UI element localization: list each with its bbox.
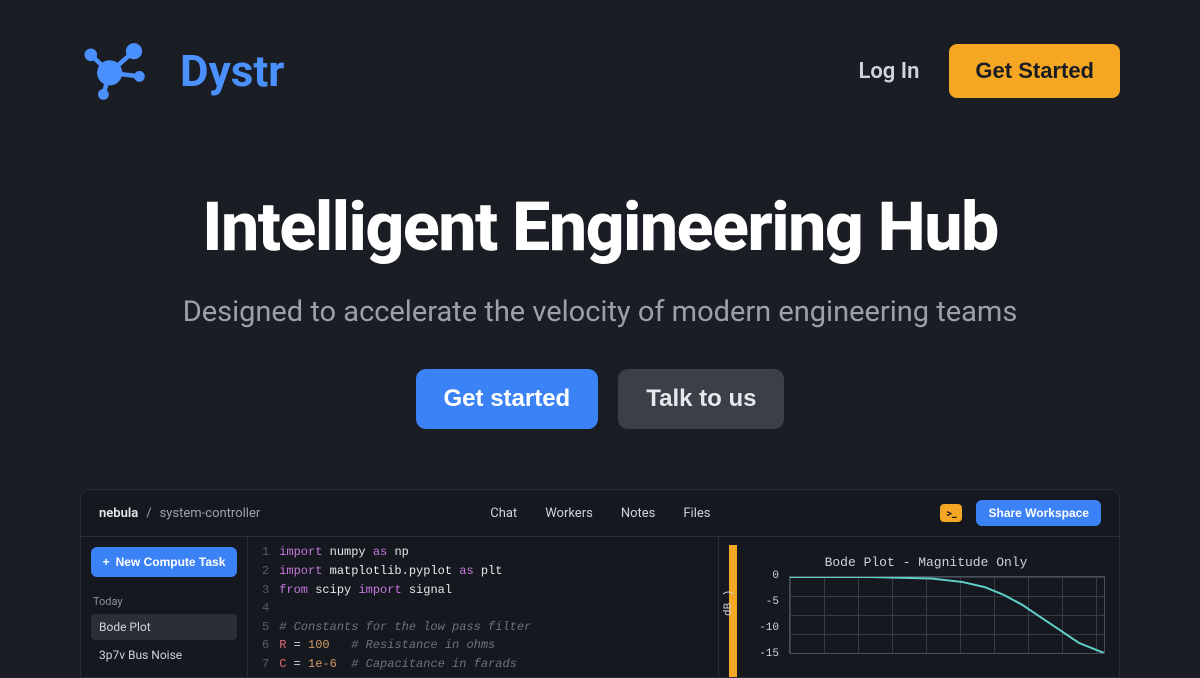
plot-title: Bode Plot - Magnitude Only [743, 555, 1109, 570]
tab-workers[interactable]: Workers [545, 506, 593, 521]
nav-right: Log In Get Started [858, 44, 1120, 98]
brand-name: Dystr [180, 45, 284, 97]
plot-wrap: dB ) 0-5-10-15 [743, 576, 1109, 654]
plot-area: Bode Plot - Magnitude Only dB ) 0-5-10-1… [743, 545, 1109, 677]
sidebar-section-label: Today [91, 595, 237, 608]
breadcrumb: nebula / system-controller [99, 506, 260, 521]
plot-curve [790, 577, 1104, 653]
new-compute-task-button[interactable]: + New Compute Task [91, 547, 237, 577]
app-topbar: nebula / system-controller Chat Workers … [81, 490, 1119, 537]
hero-subtitle: Designed to accelerate the velocity of m… [80, 295, 1120, 329]
cta-talk-to-us-button[interactable]: Talk to us [618, 369, 784, 429]
sidebar: + New Compute Task Today Bode Plot 3p7v … [81, 537, 248, 677]
brand[interactable]: Dystr [80, 40, 284, 102]
code-content: import numpy as npimport matplotlib.pypl… [279, 543, 547, 677]
new-task-label: New Compute Task [116, 555, 226, 569]
get-started-button[interactable]: Get Started [949, 44, 1120, 98]
tab-files[interactable]: Files [683, 506, 710, 521]
breadcrumb-project[interactable]: system-controller [160, 506, 261, 521]
terminal-icon[interactable]: >_ [940, 504, 962, 522]
hero: Intelligent Engineering Hub Designed to … [0, 102, 1200, 429]
sidebar-item-bus-noise[interactable]: 3p7v Bus Noise [91, 642, 237, 668]
cta-row: Get started Talk to us [80, 369, 1120, 429]
tab-chat[interactable]: Chat [490, 506, 517, 521]
cta-get-started-button[interactable]: Get started [416, 369, 599, 429]
plot-ylabel: dB ) [723, 590, 735, 616]
logo-icon [80, 40, 152, 102]
site-header: Dystr Log In Get Started [0, 0, 1200, 102]
plot-yticks: 0-5-10-15 [743, 576, 783, 654]
plot-box [789, 576, 1105, 654]
tab-notes[interactable]: Notes [621, 506, 656, 521]
plot-panel: Bode Plot - Magnitude Only dB ) 0-5-10-1… [719, 537, 1119, 677]
top-tabs: Chat Workers Notes Files [490, 506, 710, 521]
breadcrumb-org[interactable]: nebula [99, 506, 138, 521]
hero-title: Intelligent Engineering Hub [80, 192, 1120, 263]
app-preview: nebula / system-controller Chat Workers … [80, 489, 1120, 678]
share-workspace-button[interactable]: Share Workspace [976, 500, 1101, 526]
app-body: + New Compute Task Today Bode Plot 3p7v … [81, 537, 1119, 677]
login-link[interactable]: Log In [858, 59, 919, 84]
sidebar-item-bode-plot[interactable]: Bode Plot [91, 614, 237, 640]
plus-icon: + [103, 555, 110, 569]
code-editor[interactable]: 12345678 import numpy as npimport matplo… [248, 537, 719, 677]
line-gutter: 12345678 [248, 543, 279, 677]
task-list: Bode Plot 3p7v Bus Noise [91, 614, 237, 668]
topbar-right: >_ Share Workspace [940, 500, 1101, 526]
breadcrumb-sep: / [146, 506, 151, 521]
